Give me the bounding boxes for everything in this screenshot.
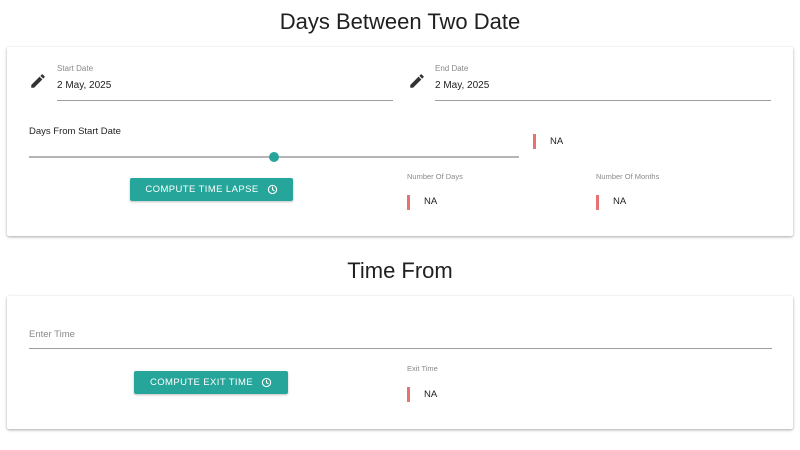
number-of-months-label: Number Of Months bbox=[596, 172, 660, 181]
exit-time-value: NA bbox=[424, 389, 438, 400]
end-date-underline bbox=[435, 100, 771, 101]
pencil-icon bbox=[410, 74, 424, 88]
enter-time-field[interactable]: Enter Time bbox=[29, 322, 772, 349]
enter-time-placeholder: Enter Time bbox=[29, 329, 75, 340]
number-of-months-indicator bbox=[596, 195, 599, 210]
number-of-days-indicator bbox=[407, 195, 410, 210]
slider-thumb[interactable] bbox=[269, 152, 279, 162]
start-date-field[interactable]: Start Date 2 May, 2025 bbox=[57, 61, 393, 101]
compute-time-lapse-label: COMPUTE TIME LAPSE bbox=[145, 184, 259, 195]
clock-icon bbox=[267, 184, 277, 195]
enter-time-underline bbox=[29, 348, 772, 349]
start-date-value: 2 May, 2025 bbox=[57, 80, 112, 91]
compute-time-lapse-button[interactable]: COMPUTE TIME LAPSE bbox=[130, 178, 293, 201]
slider-readout-indicator bbox=[533, 134, 536, 149]
start-date-underline bbox=[57, 100, 393, 101]
pencil-icon bbox=[31, 74, 45, 88]
time-from-title: Time From bbox=[347, 258, 453, 283]
start-date-label: Start Date bbox=[57, 64, 94, 73]
time-from-card: Enter Time COMPUTE EXIT TIME Exit Time N… bbox=[7, 296, 793, 429]
compute-exit-time-label: COMPUTE EXIT TIME bbox=[149, 377, 254, 388]
exit-time-label: Exit Time bbox=[407, 364, 438, 373]
slider-label: Days From Start Date bbox=[29, 126, 121, 137]
number-of-days-value: NA bbox=[424, 196, 438, 207]
days-slider[interactable] bbox=[29, 151, 519, 165]
end-date-field[interactable]: End Date 2 May, 2025 bbox=[435, 61, 771, 101]
compute-exit-time-button[interactable]: COMPUTE EXIT TIME bbox=[134, 371, 288, 394]
number-of-months-value: NA bbox=[613, 196, 627, 207]
end-date-label: End Date bbox=[435, 64, 469, 73]
number-of-days-label: Number Of Days bbox=[407, 172, 463, 181]
days-between-title: Days Between Two Date bbox=[279, 9, 521, 34]
slider-readout-value: NA bbox=[550, 136, 564, 147]
clock-icon bbox=[261, 377, 272, 388]
exit-time-indicator bbox=[407, 387, 410, 402]
days-between-card: Start Date 2 May, 2025 End Date 2 May, 2… bbox=[7, 47, 793, 236]
end-date-value: 2 May, 2025 bbox=[435, 80, 490, 91]
